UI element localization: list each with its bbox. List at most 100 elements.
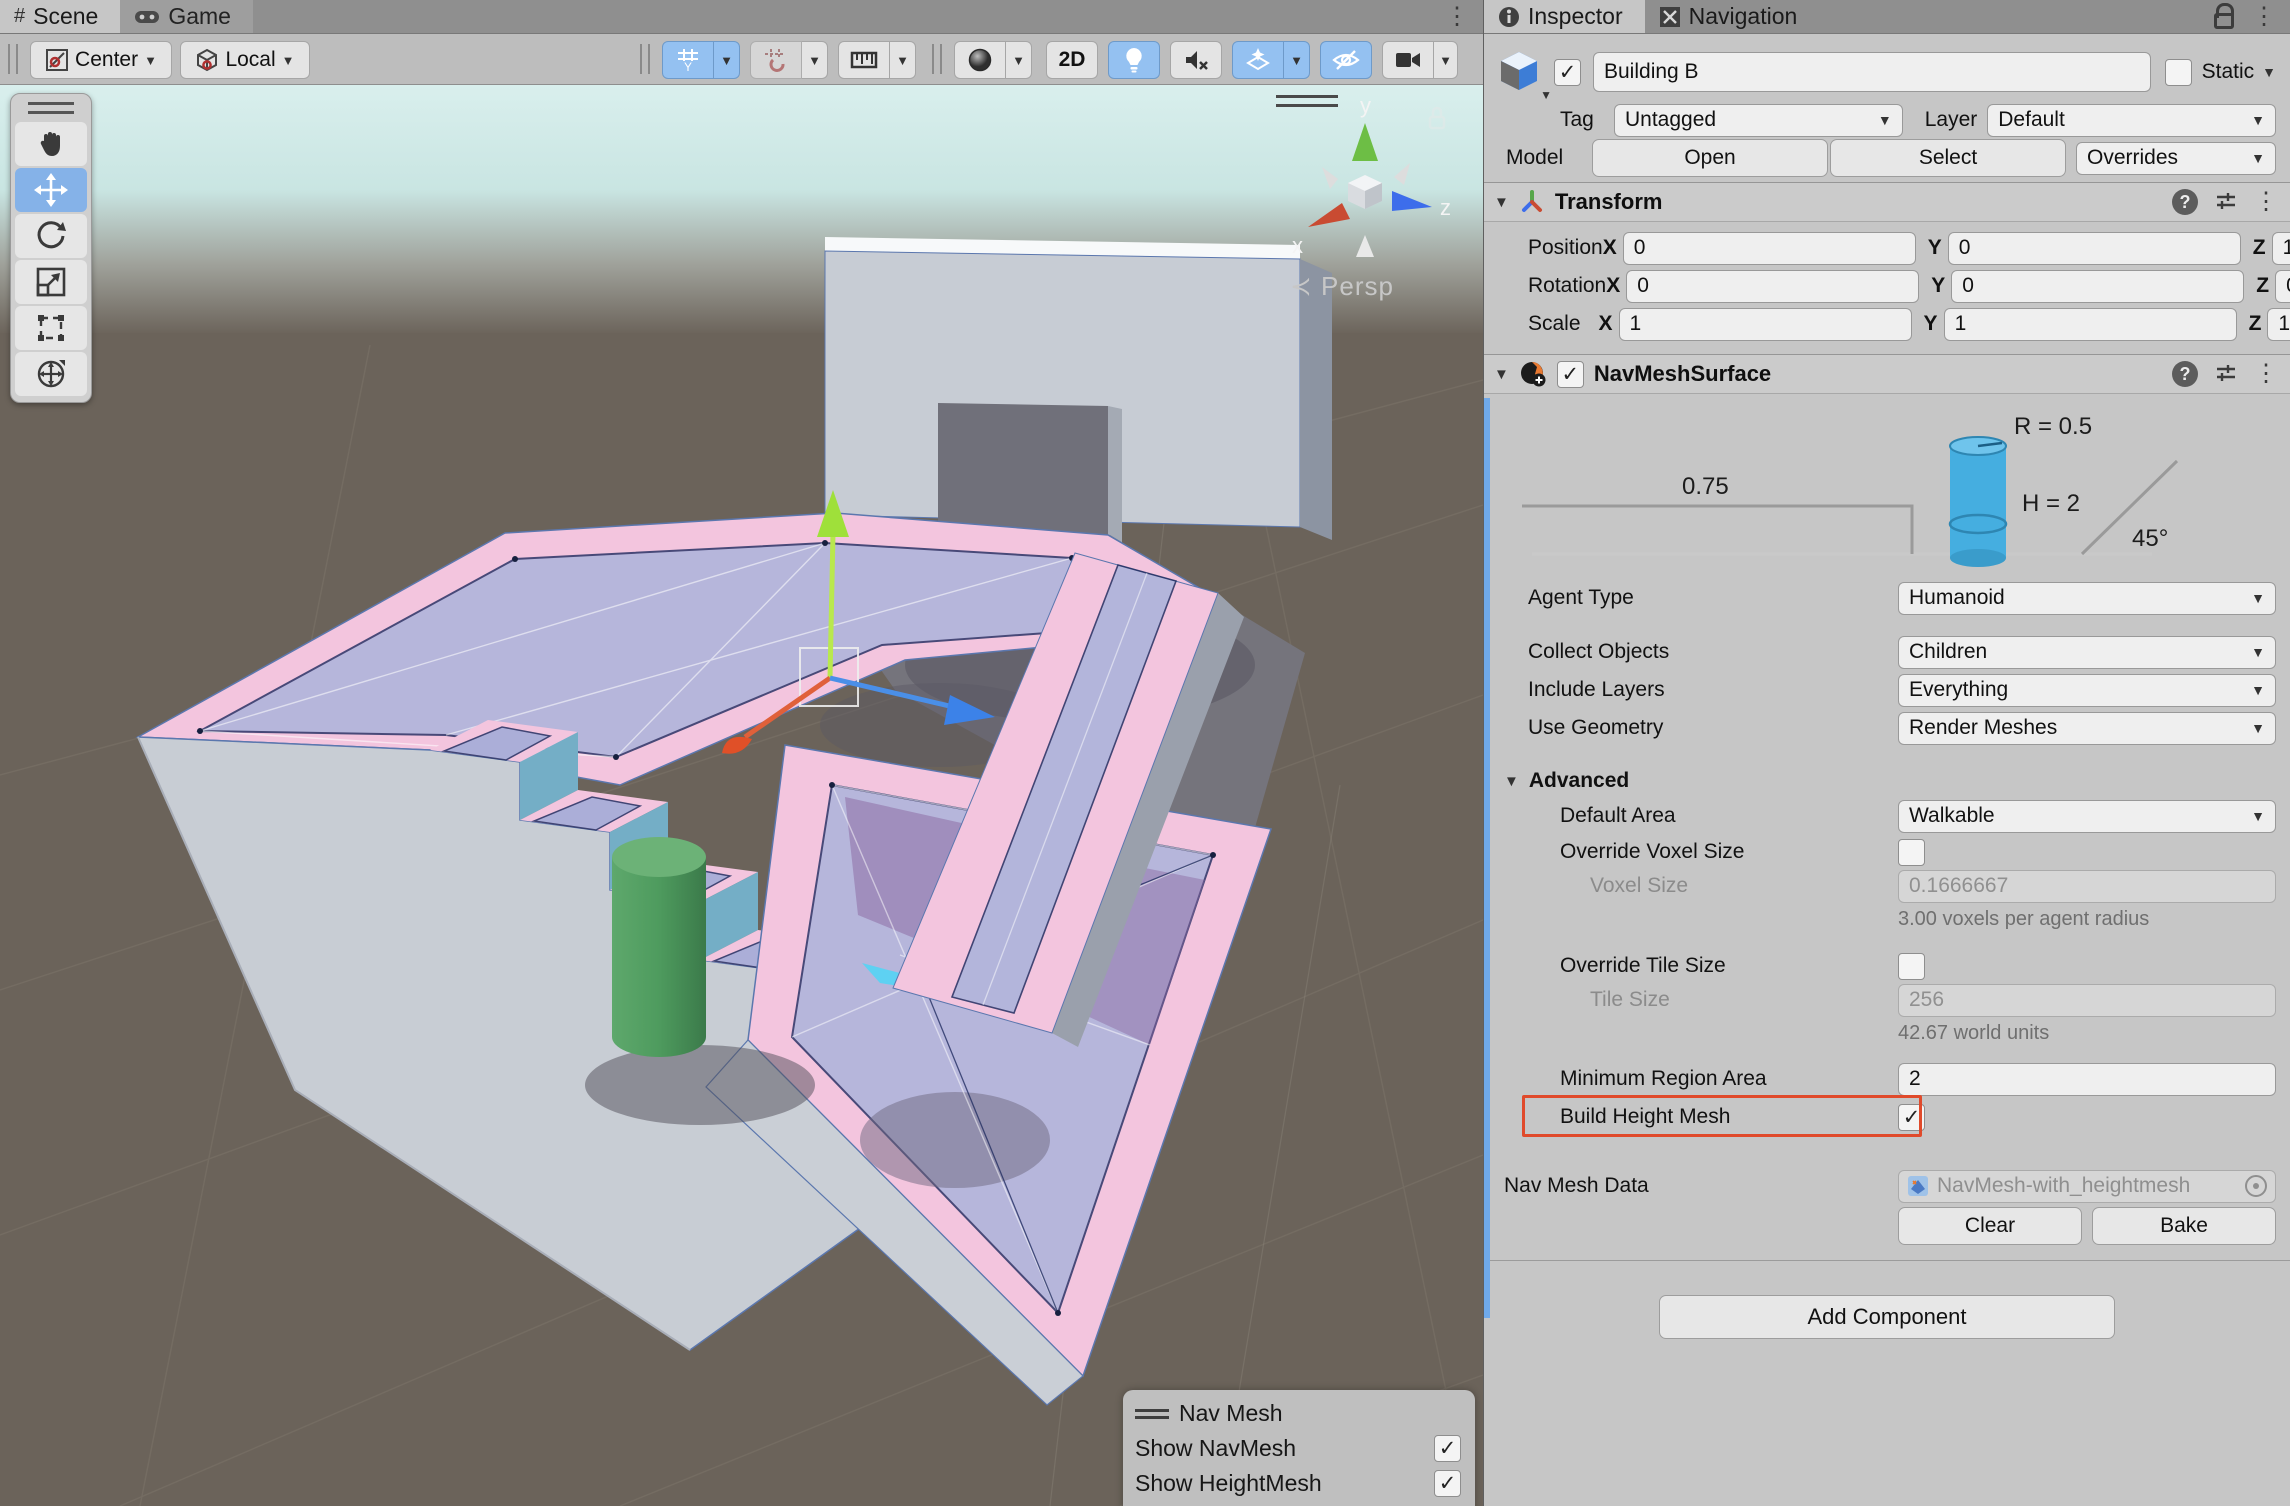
layer-dropdown[interactable]: Default▼ xyxy=(1987,104,2276,137)
pivot-mode-dropdown[interactable]: Center ▼ xyxy=(30,41,172,79)
include-layers-dropdown[interactable]: Everything▼ xyxy=(1898,674,2276,707)
bake-button[interactable]: Bake xyxy=(2092,1207,2276,1245)
lighting-toggle-button[interactable] xyxy=(1108,41,1160,79)
orientation-dropdown[interactable]: Local ▼ xyxy=(180,41,310,79)
show-heightmesh-checkbox[interactable]: ✓ xyxy=(1434,1470,1461,1497)
model-select-button[interactable]: Select xyxy=(1830,139,2066,177)
measure-options-caret[interactable]: ▼ xyxy=(890,41,916,79)
grid-snap-button[interactable]: Y xyxy=(662,41,714,79)
show-navmesh-checkbox[interactable]: ✓ xyxy=(1434,1435,1461,1462)
tab-scene[interactable]: # Scene xyxy=(0,0,120,33)
gameobject-active-checkbox[interactable]: ✓ xyxy=(1554,59,1581,86)
inspector-tabstrip: Inspector Navigation ⋮ xyxy=(1484,0,2290,34)
prefab-cube-icon[interactable] xyxy=(1495,48,1543,96)
inspector-menu-icon[interactable]: ⋮ xyxy=(2252,5,2276,29)
rotation-y-field[interactable] xyxy=(1951,270,2244,303)
min-region-field[interactable] xyxy=(1898,1063,2276,1096)
scale-x-field[interactable] xyxy=(1619,308,1912,341)
scene-viewport[interactable]: y x z ≺ Persp Nav Mesh Show NavMesh ✓ Sh… xyxy=(0,85,1483,1506)
override-tile-checkbox[interactable] xyxy=(1898,953,1925,980)
rotation-x-field[interactable] xyxy=(1626,270,1919,303)
advanced-foldout[interactable]: ▼ Advanced xyxy=(1484,766,2290,796)
foldout-arrow-icon[interactable]: ▼ xyxy=(1494,366,1509,383)
rect-tool-icon xyxy=(36,313,66,343)
scale-y-field[interactable] xyxy=(1944,308,2237,341)
transform-title: Transform xyxy=(1555,189,1663,215)
scale-z-field[interactable] xyxy=(2267,308,2290,341)
rect-tool-button[interactable] xyxy=(15,306,87,350)
use-geometry-row: Use Geometry Render Meshes▼ xyxy=(1484,710,2290,746)
overrides-dropdown[interactable]: Overrides▼ xyxy=(2076,142,2276,175)
diagram-step-label: 0.75 xyxy=(1682,473,1729,500)
position-label: Position xyxy=(1484,236,1603,260)
collect-objects-dropdown[interactable]: Children▼ xyxy=(1898,636,2276,669)
position-z-field[interactable] xyxy=(2272,232,2290,265)
shading-mode-button[interactable] xyxy=(954,41,1006,79)
grid-snap-options-caret[interactable]: ▼ xyxy=(714,41,740,79)
clear-button[interactable]: Clear xyxy=(1898,1207,2082,1245)
tools-overlay-handle[interactable] xyxy=(28,102,74,114)
tag-dropdown[interactable]: Untagged▼ xyxy=(1614,104,1903,137)
tab-inspector[interactable]: Inspector xyxy=(1484,0,1645,33)
scene-3d-render xyxy=(0,85,1483,1506)
snap-options-caret[interactable]: ▼ xyxy=(802,41,828,79)
default-area-dropdown[interactable]: Walkable▼ xyxy=(1898,800,2276,833)
2d-toggle-button[interactable]: 2D xyxy=(1046,41,1098,79)
build-height-mesh-checkbox[interactable]: ✓ xyxy=(1898,1104,1925,1131)
transform-header[interactable]: ▼ Transform ? ⋮ xyxy=(1484,182,2290,222)
min-region-label: Minimum Region Area xyxy=(1484,1067,1898,1091)
light-bulb-icon xyxy=(1122,47,1146,73)
help-icon[interactable]: ? xyxy=(2172,189,2198,215)
default-area-label: Default Area xyxy=(1484,804,1898,828)
navmeshsurface-header[interactable]: ▼ ✓ NavMeshSurface ? ⋮ xyxy=(1484,354,2290,394)
foldout-arrow-icon[interactable]: ▼ xyxy=(1494,194,1509,211)
measure-tool-button[interactable] xyxy=(838,41,890,79)
scene-pane-menu-icon[interactable]: ⋮ xyxy=(1445,5,1469,29)
scene-visibility-button[interactable] xyxy=(1320,41,1372,79)
tab-game[interactable]: Game xyxy=(120,0,253,33)
agent-type-dropdown[interactable]: Humanoid▼ xyxy=(1898,582,2276,615)
use-geometry-dropdown[interactable]: Render Meshes▼ xyxy=(1898,712,2276,745)
override-voxel-checkbox[interactable] xyxy=(1898,839,1925,866)
legend-handle-icon[interactable] xyxy=(1135,1409,1169,1419)
add-component-button[interactable]: Add Component xyxy=(1659,1295,2115,1339)
tab-scene-label: Scene xyxy=(33,3,98,30)
snap-toggle-button[interactable] xyxy=(750,41,802,79)
include-layers-row: Include Layers Everything▼ xyxy=(1484,672,2290,708)
presets-icon[interactable] xyxy=(2214,190,2238,214)
hand-tool-button[interactable] xyxy=(15,122,87,166)
static-flags-caret[interactable]: ▼ xyxy=(2262,64,2276,80)
help-icon[interactable]: ? xyxy=(2172,361,2198,387)
camera-options-caret[interactable]: ▼ xyxy=(1434,41,1458,79)
toolbar-grip-right[interactable] xyxy=(640,44,650,74)
component-menu-icon[interactable]: ⋮ xyxy=(2254,190,2278,214)
position-row: Position X Y Z xyxy=(1484,230,2290,266)
component-menu-icon[interactable]: ⋮ xyxy=(2254,362,2278,386)
gameobject-name-field[interactable] xyxy=(1593,52,2151,92)
transform-tool-button[interactable] xyxy=(15,352,87,396)
inspector-lock-icon[interactable] xyxy=(2214,13,2234,29)
tile-help-text: 42.67 world units xyxy=(1898,1022,2049,1045)
nav-mesh-data-field[interactable]: NavMesh-with_heightmesh xyxy=(1898,1170,2276,1203)
rotation-z-field[interactable] xyxy=(2275,270,2290,303)
prefab-expand-caret[interactable]: ▼ xyxy=(1540,88,1552,102)
navmeshsurface-enabled-checkbox[interactable]: ✓ xyxy=(1557,361,1584,388)
effects-options-caret[interactable]: ▼ xyxy=(1284,41,1310,79)
toolbar-grip[interactable] xyxy=(8,44,18,74)
effects-toggle-button[interactable] xyxy=(1232,41,1284,79)
shading-options-caret[interactable]: ▼ xyxy=(1006,41,1032,79)
presets-icon[interactable] xyxy=(2214,362,2238,386)
audio-toggle-button[interactable] xyxy=(1170,41,1222,79)
tab-navigation[interactable]: Navigation xyxy=(1645,0,1820,33)
pivot-icon xyxy=(45,48,69,72)
move-tool-button[interactable] xyxy=(15,168,87,212)
rotate-tool-button[interactable] xyxy=(15,214,87,258)
scene-camera-button[interactable] xyxy=(1382,41,1434,79)
object-picker-icon[interactable] xyxy=(2245,1175,2267,1197)
model-open-button[interactable]: Open xyxy=(1592,139,1828,177)
static-checkbox[interactable] xyxy=(2165,59,2192,86)
position-x-field[interactable] xyxy=(1623,232,1916,265)
perspective-mode-label[interactable]: ≺ Persp xyxy=(1290,271,1394,302)
scale-tool-button[interactable] xyxy=(15,260,87,304)
position-y-field[interactable] xyxy=(1948,232,2241,265)
